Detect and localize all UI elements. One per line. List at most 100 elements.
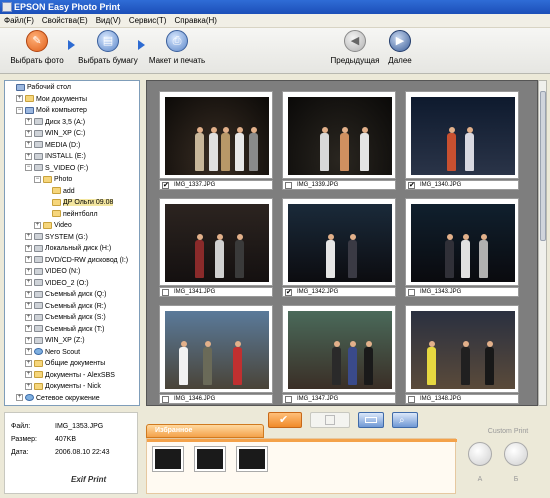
select-photo-button[interactable]: ✎ Выбрать фото bbox=[8, 30, 66, 72]
expand-toggle-icon[interactable]: + bbox=[34, 221, 41, 229]
expand-toggle-icon[interactable]: + bbox=[25, 233, 32, 241]
expand-toggle-icon[interactable]: + bbox=[25, 279, 32, 287]
expand-toggle-icon[interactable]: + bbox=[25, 359, 32, 367]
expand-toggle-icon[interactable]: − bbox=[34, 175, 41, 183]
tree-item[interactable]: + Съемный диск (T:) bbox=[25, 325, 105, 335]
photo-checkbox[interactable]: ✔ bbox=[408, 182, 415, 189]
photo-filename: IMG_1343.JPG bbox=[420, 289, 462, 295]
tree-item[interactable]: + Документы - AlexSBS bbox=[25, 371, 115, 381]
person-figure bbox=[215, 240, 224, 278]
add-to-favorites-button[interactable]: ✔ bbox=[268, 412, 302, 428]
expand-toggle-icon[interactable]: + bbox=[25, 336, 32, 344]
expand-toggle-icon[interactable]: − bbox=[25, 164, 32, 172]
expand-toggle-icon[interactable]: + bbox=[25, 152, 32, 160]
expand-toggle-icon[interactable]: + bbox=[25, 382, 32, 390]
photo-checkbox[interactable]: ✔ bbox=[162, 182, 169, 189]
tree-item[interactable]: + Общие документы bbox=[25, 359, 105, 369]
tree-item[interactable]: пейнтболл bbox=[43, 210, 98, 220]
tree-item[interactable]: + Мои документы bbox=[16, 95, 87, 105]
tree-item[interactable]: Рабочий стол bbox=[7, 83, 71, 93]
tree-item[interactable]: − Photo bbox=[34, 175, 72, 185]
custom-print-b-button[interactable] bbox=[504, 442, 528, 466]
expand-toggle-icon[interactable]: + bbox=[25, 244, 32, 252]
photo-grid: ✔ IMG_1337.JPG IMG_1339.JPG ✔ IMG_1340.JPG IM… bbox=[146, 80, 538, 406]
photo-checkbox[interactable] bbox=[285, 182, 292, 189]
photo-checkbox[interactable] bbox=[162, 396, 169, 403]
expand-toggle-icon[interactable]: + bbox=[25, 118, 32, 126]
menu-tools[interactable]: Сервис(T) bbox=[125, 14, 171, 28]
vertical-scrollbar[interactable] bbox=[538, 80, 547, 406]
photo-thumbnail[interactable]: IMG_1339.JPG bbox=[282, 91, 396, 192]
expand-toggle-icon[interactable]: + bbox=[25, 290, 32, 298]
tree-item[interactable]: + Документы - Nick bbox=[25, 382, 101, 392]
folder-tree[interactable]: Рабочий стол + Мои документы − Мой компьютер… bbox=[4, 80, 140, 406]
select-paper-button[interactable]: ▤ Выбрать бумагу bbox=[76, 30, 140, 72]
tree-item[interactable]: + VIDEO (N:) bbox=[25, 267, 80, 277]
next-button[interactable]: ▶ Далее bbox=[384, 30, 416, 72]
photo-thumbnail[interactable]: ✔ IMG_1340.JPG bbox=[405, 91, 519, 192]
photo-thumbnail[interactable]: ✔ IMG_1337.JPG bbox=[159, 91, 273, 192]
photo-thumbnail[interactable]: IMG_1343.JPG bbox=[405, 198, 519, 299]
expand-toggle-icon[interactable]: + bbox=[16, 394, 23, 402]
expand-toggle-icon[interactable]: + bbox=[25, 129, 32, 137]
photo-thumbnail[interactable]: IMG_1348.JPG bbox=[405, 305, 519, 405]
expand-toggle-icon[interactable]: + bbox=[25, 141, 32, 149]
remove-from-favorites-button[interactable] bbox=[310, 412, 350, 428]
menu-properties[interactable]: Свойства(E) bbox=[38, 14, 92, 28]
photo-thumbnail[interactable]: ✔ IMG_1342.JPG bbox=[282, 198, 396, 299]
person-head bbox=[341, 127, 348, 133]
photo-checkbox[interactable] bbox=[162, 289, 169, 296]
person-figure bbox=[249, 133, 258, 171]
tree-item[interactable]: + INSTALL (E:) bbox=[25, 152, 86, 162]
tree-item[interactable]: + Съемный диск (S:) bbox=[25, 313, 106, 323]
tree-item[interactable]: + Video bbox=[34, 221, 72, 231]
expand-toggle-icon[interactable]: + bbox=[25, 267, 32, 275]
tree-item-label: WIN_XP (C:) bbox=[45, 130, 86, 137]
menu-view[interactable]: Вид(V) bbox=[92, 14, 125, 28]
tree-item[interactable]: + DVD/CD-RW дисковод (I:) bbox=[25, 256, 128, 266]
favorite-thumbnail[interactable] bbox=[194, 446, 226, 472]
tree-item[interactable]: + WIN_XP (Z:) bbox=[25, 336, 85, 346]
tree-item[interactable]: + Съемный диск (Q:) bbox=[25, 290, 106, 300]
photo-checkbox[interactable] bbox=[408, 396, 415, 403]
expand-toggle-icon[interactable]: + bbox=[25, 325, 32, 333]
photo-thumbnail[interactable]: IMG_1347.JPG bbox=[282, 305, 396, 405]
tree-item[interactable]: + Диск 3,5 (A:) bbox=[25, 118, 85, 128]
expand-toggle-icon[interactable]: + bbox=[25, 256, 32, 264]
menu-help[interactable]: Справка(H) bbox=[170, 14, 221, 28]
tree-item[interactable]: add bbox=[43, 187, 75, 197]
previous-button[interactable]: ◀ Предыдущая bbox=[330, 30, 380, 72]
view-list-button[interactable] bbox=[358, 412, 384, 428]
tree-item[interactable]: ДР Ольги 09.08 bbox=[43, 198, 114, 208]
expand-toggle-icon[interactable]: − bbox=[16, 106, 23, 114]
tree-item[interactable]: + SYSTEM (G:) bbox=[25, 233, 88, 243]
tree-item[interactable]: + Локальный диск (H:) bbox=[25, 244, 111, 254]
expand-toggle-icon[interactable]: + bbox=[25, 313, 32, 321]
expand-toggle-icon[interactable]: + bbox=[25, 302, 32, 310]
photo-checkbox[interactable] bbox=[408, 289, 415, 296]
custom-print-a-button[interactable] bbox=[468, 442, 492, 466]
menu-file[interactable]: Файл(F) bbox=[0, 14, 38, 28]
tree-item[interactable]: − Мой компьютер bbox=[16, 106, 87, 116]
photo-checkbox[interactable]: ✔ bbox=[285, 289, 292, 296]
tree-item[interactable]: + MEDIA (D:) bbox=[25, 141, 80, 151]
expand-toggle-icon[interactable]: + bbox=[16, 95, 23, 103]
favorite-thumbnail[interactable] bbox=[236, 446, 268, 472]
scrollbar-thumb[interactable] bbox=[540, 91, 546, 241]
tree-item[interactable]: + Сетевое окружение bbox=[16, 394, 100, 404]
zoom-view-button[interactable]: ⌕ bbox=[392, 412, 418, 428]
tree-item[interactable]: + Съемный диск (R:) bbox=[25, 302, 106, 312]
expand-toggle-icon[interactable]: + bbox=[25, 371, 32, 379]
photo-thumbnail[interactable]: IMG_1346.JPG bbox=[159, 305, 273, 405]
photo-checkbox[interactable] bbox=[285, 396, 292, 403]
tree-item[interactable]: + VIDEO_2 (O:) bbox=[25, 279, 89, 289]
favorite-thumbnail[interactable] bbox=[152, 446, 184, 472]
expand-toggle-icon[interactable]: + bbox=[25, 348, 32, 356]
layout-print-button[interactable]: ⎙ Макет и печать bbox=[146, 30, 208, 72]
person-figure bbox=[233, 347, 242, 385]
tree-item[interactable]: + Nero Scout bbox=[25, 348, 80, 358]
tree-item[interactable]: + WIN_XP (C:) bbox=[25, 129, 85, 139]
favorites-tab[interactable]: Избранное bbox=[146, 424, 264, 438]
tree-item[interactable]: − S_VIDEO (F:) bbox=[25, 164, 88, 174]
photo-thumbnail[interactable]: IMG_1341.JPG bbox=[159, 198, 273, 299]
